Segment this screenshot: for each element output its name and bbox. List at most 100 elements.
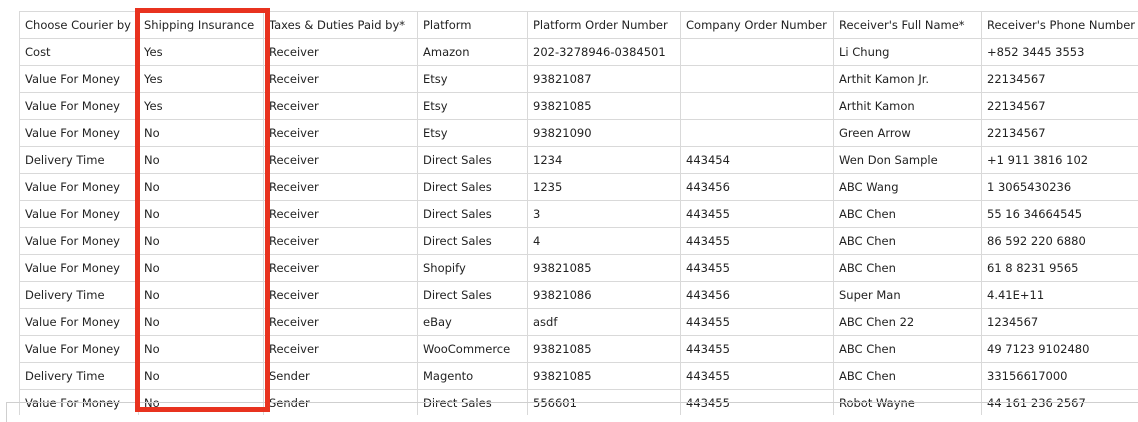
cell-taxes-duties-paid-by[interactable]: Receiver bbox=[263, 38, 418, 66]
header-cell-platform-order-number[interactable]: Platform Order Number bbox=[527, 11, 681, 39]
cell-company-order-number[interactable]: 443455 bbox=[680, 308, 834, 336]
cell-shipping-insurance[interactable]: No bbox=[138, 146, 264, 174]
cell-receiver-phone[interactable]: 22134567 bbox=[981, 65, 1138, 93]
cell-platform[interactable]: eBay bbox=[417, 308, 528, 336]
cell-platform[interactable]: Amazon bbox=[417, 38, 528, 66]
cell-taxes-duties-paid-by[interactable]: Receiver bbox=[263, 65, 418, 93]
cell-courier-by[interactable]: Value For Money bbox=[19, 92, 139, 120]
cell-platform-order-number[interactable]: asdf bbox=[527, 308, 681, 336]
cell-platform[interactable]: Direct Sales bbox=[417, 146, 528, 174]
cell-platform[interactable]: Direct Sales bbox=[417, 200, 528, 228]
cell-courier-by[interactable]: Value For Money bbox=[19, 335, 139, 363]
cell-taxes-duties-paid-by[interactable]: Receiver bbox=[263, 281, 418, 309]
cell-platform-order-number[interactable]: 1234 bbox=[527, 146, 681, 174]
cell-platform[interactable]: Direct Sales bbox=[417, 227, 528, 255]
cell-courier-by[interactable]: Value For Money bbox=[19, 254, 139, 282]
cell-taxes-duties-paid-by[interactable]: Receiver bbox=[263, 227, 418, 255]
cell-platform[interactable]: Etsy bbox=[417, 92, 528, 120]
cell-platform-order-number[interactable]: 1235 bbox=[527, 173, 681, 201]
cell-company-order-number[interactable]: 443455 bbox=[680, 254, 834, 282]
cell-receiver-full-name[interactable]: Super Man bbox=[833, 281, 982, 309]
cell-company-order-number[interactable]: 443454 bbox=[680, 146, 834, 174]
cell-taxes-duties-paid-by[interactable]: Sender bbox=[263, 362, 418, 390]
cell-receiver-full-name[interactable]: Arthit Kamon bbox=[833, 92, 982, 120]
cell-platform[interactable]: Magento bbox=[417, 362, 528, 390]
cell-taxes-duties-paid-by[interactable]: Receiver bbox=[263, 119, 418, 147]
header-cell-company-order-number[interactable]: Company Order Number bbox=[680, 11, 834, 39]
cell-shipping-insurance[interactable]: No bbox=[138, 362, 264, 390]
cell-receiver-phone[interactable]: +852 3445 3553 bbox=[981, 38, 1138, 66]
cell-receiver-full-name[interactable]: ABC Chen 22 bbox=[833, 308, 982, 336]
cell-shipping-insurance[interactable]: No bbox=[138, 173, 264, 201]
cell-shipping-insurance[interactable]: Yes bbox=[138, 65, 264, 93]
cell-receiver-phone[interactable]: 61 8 8231 9565 bbox=[981, 254, 1138, 282]
cell-shipping-insurance[interactable]: No bbox=[138, 227, 264, 255]
cell-receiver-phone[interactable]: +1 911 3816 102 bbox=[981, 146, 1138, 174]
cell-platform-order-number[interactable]: 3 bbox=[527, 200, 681, 228]
cell-platform-order-number[interactable]: 93821087 bbox=[527, 65, 681, 93]
cell-receiver-phone[interactable]: 22134567 bbox=[981, 92, 1138, 120]
cell-platform-order-number[interactable]: 93821086 bbox=[527, 281, 681, 309]
cell-receiver-full-name[interactable]: Wen Don Sample bbox=[833, 146, 982, 174]
cell-shipping-insurance[interactable]: Yes bbox=[138, 38, 264, 66]
cell-company-order-number[interactable]: 443455 bbox=[680, 335, 834, 363]
header-cell-shipping-insurance[interactable]: Shipping Insurance bbox=[138, 11, 264, 39]
cell-shipping-insurance[interactable]: No bbox=[138, 308, 264, 336]
cell-shipping-insurance[interactable]: No bbox=[138, 119, 264, 147]
cell-courier-by[interactable]: Value For Money bbox=[19, 200, 139, 228]
cell-receiver-full-name[interactable]: Li Chung bbox=[833, 38, 982, 66]
cell-platform-order-number[interactable]: 93821085 bbox=[527, 92, 681, 120]
cell-company-order-number[interactable] bbox=[680, 119, 834, 147]
cell-company-order-number[interactable]: 443455 bbox=[680, 362, 834, 390]
cell-receiver-full-name[interactable]: ABC Chen bbox=[833, 335, 982, 363]
cell-courier-by[interactable]: Value For Money bbox=[19, 65, 139, 93]
cell-platform-order-number[interactable]: 4 bbox=[527, 227, 681, 255]
cell-courier-by[interactable]: Value For Money bbox=[19, 173, 139, 201]
cell-platform[interactable]: Etsy bbox=[417, 65, 528, 93]
cell-platform-order-number[interactable]: 93821085 bbox=[527, 362, 681, 390]
cell-shipping-insurance[interactable]: No bbox=[138, 281, 264, 309]
cell-platform-order-number[interactable]: 93821090 bbox=[527, 119, 681, 147]
cell-courier-by[interactable]: Delivery Time bbox=[19, 362, 139, 390]
cell-receiver-full-name[interactable]: ABC Chen bbox=[833, 254, 982, 282]
cell-taxes-duties-paid-by[interactable]: Receiver bbox=[263, 92, 418, 120]
cell-shipping-insurance[interactable]: No bbox=[138, 200, 264, 228]
cell-platform-order-number[interactable]: 93821085 bbox=[527, 335, 681, 363]
cell-company-order-number[interactable]: 443455 bbox=[680, 200, 834, 228]
header-cell-taxes-duties-paid-by[interactable]: Taxes & Duties Paid by* bbox=[263, 11, 418, 39]
cell-receiver-full-name[interactable]: ABC Wang bbox=[833, 173, 982, 201]
cell-shipping-insurance[interactable]: No bbox=[138, 335, 264, 363]
cell-company-order-number[interactable] bbox=[680, 38, 834, 66]
cell-receiver-phone[interactable]: 4.41E+11 bbox=[981, 281, 1138, 309]
cell-shipping-insurance[interactable]: No bbox=[138, 254, 264, 282]
header-cell-receiver-phone[interactable]: Receiver's Phone Number bbox=[981, 11, 1138, 39]
cell-receiver-phone[interactable]: 86 592 220 6880 bbox=[981, 227, 1138, 255]
cell-courier-by[interactable]: Value For Money bbox=[19, 119, 139, 147]
cell-receiver-phone[interactable]: 55 16 34664545 bbox=[981, 200, 1138, 228]
cell-receiver-full-name[interactable]: ABC Chen bbox=[833, 200, 982, 228]
cell-receiver-phone[interactable]: 22134567 bbox=[981, 119, 1138, 147]
cell-platform[interactable]: Direct Sales bbox=[417, 281, 528, 309]
cell-taxes-duties-paid-by[interactable]: Receiver bbox=[263, 146, 418, 174]
cell-shipping-insurance[interactable]: Yes bbox=[138, 92, 264, 120]
cell-taxes-duties-paid-by[interactable]: Receiver bbox=[263, 308, 418, 336]
header-cell-receiver-full-name[interactable]: Receiver's Full Name* bbox=[833, 11, 982, 39]
cell-courier-by[interactable]: Delivery Time bbox=[19, 281, 139, 309]
cell-taxes-duties-paid-by[interactable]: Receiver bbox=[263, 200, 418, 228]
cell-receiver-full-name[interactable]: ABC Chen bbox=[833, 362, 982, 390]
cell-courier-by[interactable]: Delivery Time bbox=[19, 146, 139, 174]
cell-receiver-phone[interactable]: 33156617000 bbox=[981, 362, 1138, 390]
cell-company-order-number[interactable]: 443456 bbox=[680, 173, 834, 201]
cell-platform-order-number[interactable]: 93821085 bbox=[527, 254, 681, 282]
cell-company-order-number[interactable] bbox=[680, 65, 834, 93]
cell-courier-by[interactable]: Value For Money bbox=[19, 227, 139, 255]
cell-platform-order-number[interactable]: 202-3278946-0384501 bbox=[527, 38, 681, 66]
cell-receiver-full-name[interactable]: Green Arrow bbox=[833, 119, 982, 147]
cell-receiver-phone[interactable]: 49 7123 9102480 bbox=[981, 335, 1138, 363]
cell-company-order-number[interactable]: 443456 bbox=[680, 281, 834, 309]
cell-taxes-duties-paid-by[interactable]: Receiver bbox=[263, 173, 418, 201]
cell-courier-by[interactable]: Value For Money bbox=[19, 308, 139, 336]
cell-courier-by[interactable]: Cost bbox=[19, 38, 139, 66]
cell-company-order-number[interactable]: 443455 bbox=[680, 227, 834, 255]
cell-platform[interactable]: Shopify bbox=[417, 254, 528, 282]
